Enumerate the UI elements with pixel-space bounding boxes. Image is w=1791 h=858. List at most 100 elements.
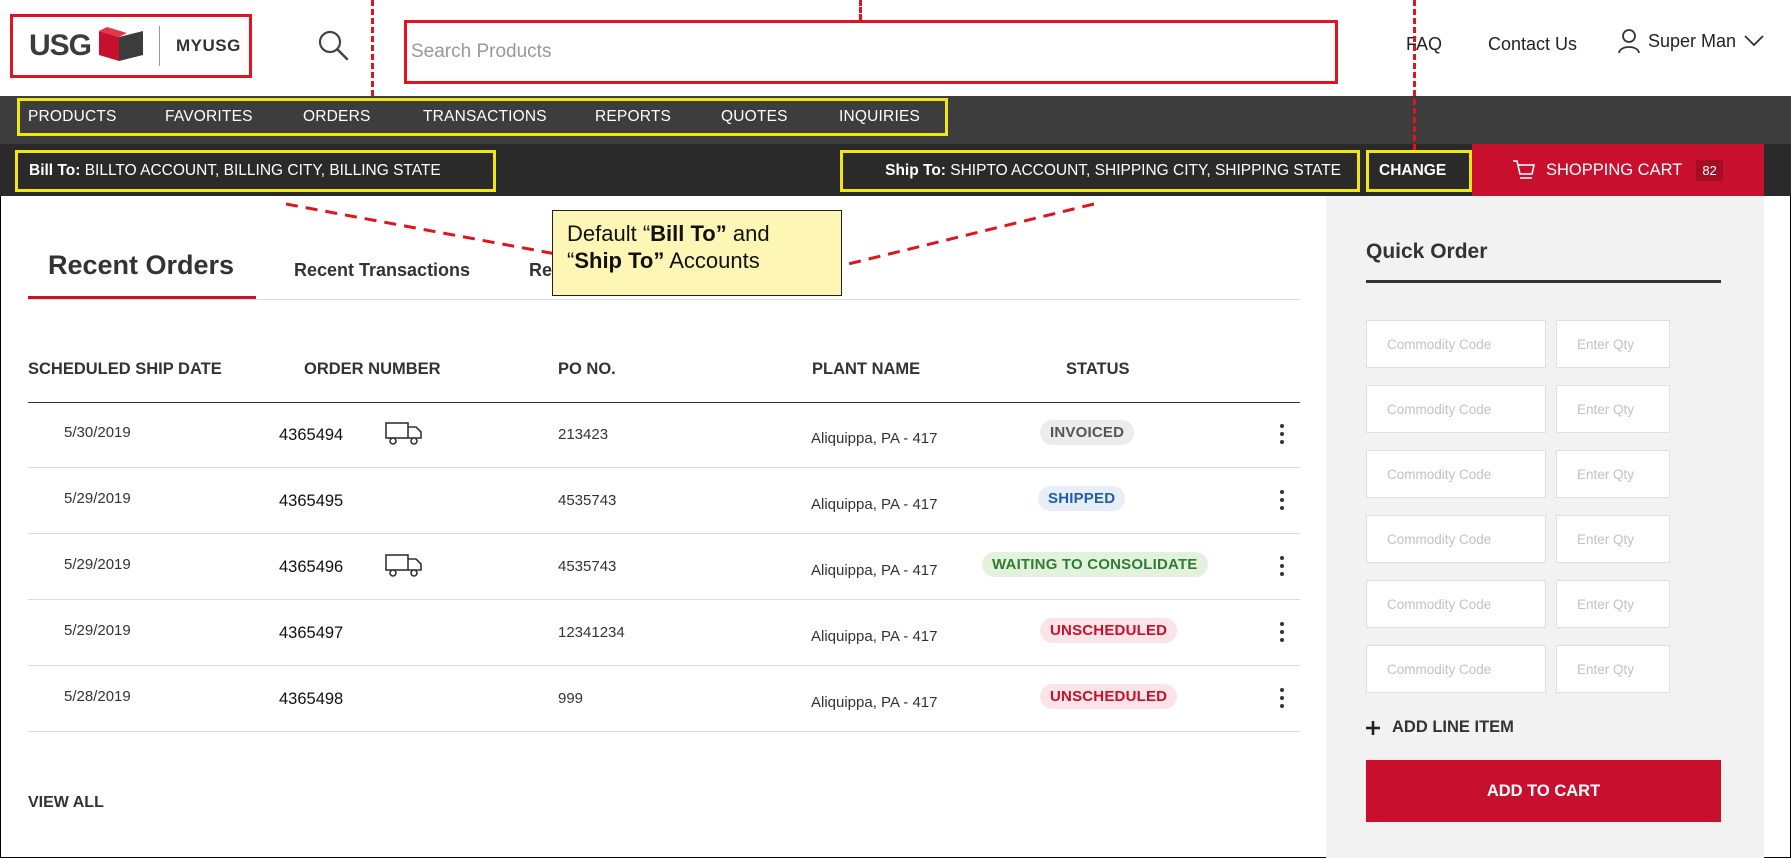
callout-bold: Bill To” [650, 221, 727, 246]
commodity-code-input[interactable] [1366, 385, 1546, 433]
plant-name-cell: Aliquippa, PA - 417 [811, 694, 938, 711]
annotation-callout: Default “Bill To” and “Ship To” Accounts [552, 210, 842, 296]
header-po-number: PO NO. [558, 360, 616, 378]
callout-text: Accounts [664, 247, 760, 273]
add-line-item-button[interactable]: ADD LINE ITEM [1366, 718, 1514, 737]
nav-inquiries[interactable]: INQUIRIES [839, 108, 920, 126]
status-badge: SHIPPED [1038, 486, 1126, 511]
cart-icon [1513, 160, 1535, 179]
callout-text: Default “ [567, 221, 651, 246]
cart-label: SHOPPING CART [1546, 160, 1683, 179]
shopping-cart-button[interactable]: SHOPPING CART 82 [1472, 144, 1764, 196]
cart-count-badge: 82 [1696, 159, 1723, 181]
po-number-cell: 999 [558, 690, 584, 707]
quantity-input[interactable] [1556, 515, 1670, 563]
order-number-cell: 4365495 [279, 492, 344, 510]
add-to-cart-button[interactable]: ADD TO CART [1366, 760, 1721, 822]
nav-transactions[interactable]: TRANSACTIONS [423, 108, 547, 126]
table-row[interactable]: 5/30/2019 4365494 213423 Aliquippa, PA - 41… [28, 402, 1300, 468]
annotation-connector [1413, 0, 1416, 150]
usg-logo-icon [99, 27, 144, 61]
search-icon[interactable] [316, 28, 350, 62]
commodity-code-input[interactable] [1366, 320, 1546, 368]
view-all-link[interactable]: VIEW ALL [28, 794, 104, 812]
header-order-number: ORDER NUMBER [304, 360, 441, 378]
plant-name-cell: Aliquippa, PA - 417 [811, 628, 938, 645]
table-row[interactable]: 5/29/2019 4365497 12341234 Aliquippa, PA - … [28, 600, 1300, 666]
ship-date-cell: 5/28/2019 [64, 688, 131, 705]
tab-recent-transactions[interactable]: Recent Transactions [294, 260, 470, 281]
quantity-input[interactable] [1556, 645, 1670, 693]
row-menu-icon[interactable] [1280, 556, 1286, 580]
plant-name-cell: Aliquippa, PA - 417 [811, 496, 938, 513]
nav-reports[interactable]: REPORTS [595, 108, 671, 126]
user-menu[interactable]: Super Man [1618, 28, 1764, 54]
quantity-input[interactable] [1556, 580, 1670, 628]
table-row[interactable]: 5/29/2019 4365495 4535743 Aliquippa, PA - 4… [28, 468, 1300, 534]
callout-bold: Ship To” [574, 247, 665, 273]
quantity-input[interactable] [1556, 450, 1670, 498]
contact-us-link[interactable]: Contact Us [1488, 34, 1577, 55]
ship-date-cell: 5/29/2019 [64, 556, 131, 573]
nav-favorites[interactable]: FAVORITES [165, 108, 253, 126]
chevron-down-icon [1744, 35, 1764, 47]
order-number-cell: 4365498 [279, 690, 344, 708]
plus-icon [1366, 720, 1380, 735]
user-name: Super Man [1648, 30, 1737, 51]
row-menu-icon[interactable] [1280, 424, 1286, 448]
bill-to-box: Bill To: BILLTO ACCOUNT, BILLING CITY, B… [15, 150, 496, 192]
status-badge: UNSCHEDULED [1040, 684, 1178, 709]
truck-icon [385, 420, 423, 451]
user-icon [1618, 29, 1640, 54]
tab-recent-orders[interactable]: Recent Orders [48, 250, 234, 281]
commodity-code-input[interactable] [1366, 450, 1546, 498]
quantity-input[interactable] [1556, 320, 1670, 368]
header-status: STATUS [1066, 360, 1130, 378]
nav-quotes[interactable]: QUOTES [721, 108, 788, 126]
ship-date-cell: 5/29/2019 [64, 622, 131, 639]
order-number-cell: 4365497 [279, 624, 344, 642]
commodity-code-input[interactable] [1366, 645, 1546, 693]
add-line-item-label: ADD LINE ITEM [1392, 718, 1514, 736]
top-header: USG MYUSG FAQ Contact Us Super Man [0, 0, 1791, 96]
usg-logo-text: USG [29, 29, 92, 62]
truck-icon [385, 552, 423, 583]
tab-third[interactable]: Re [529, 260, 552, 281]
commodity-code-input[interactable] [1366, 580, 1546, 628]
search-input[interactable] [407, 23, 1335, 81]
table-row[interactable]: 5/28/2019 4365498 999 Aliquippa, PA - 417 UN… [28, 666, 1300, 732]
logo-annotation-box[interactable]: USG MYUSG [10, 14, 252, 78]
plant-name-cell: Aliquippa, PA - 417 [811, 430, 938, 447]
header-ship-date: SCHEDULED SHIP DATE [28, 360, 222, 378]
ship-date-cell: 5/30/2019 [64, 424, 131, 441]
header-plant-name: PLANT NAME [812, 360, 921, 378]
annotation-connector [371, 0, 374, 96]
plant-name-cell: Aliquippa, PA - 417 [811, 562, 938, 579]
table-row[interactable]: 5/29/2019 4365496 4535743 Aliquippa, PA - 4… [28, 534, 1300, 600]
row-menu-icon[interactable] [1280, 688, 1286, 712]
order-number-cell: 4365496 [279, 558, 344, 576]
quantity-input[interactable] [1556, 385, 1670, 433]
commodity-code-input[interactable] [1366, 515, 1546, 563]
po-number-cell: 4535743 [558, 558, 617, 575]
nav-orders[interactable]: ORDERS [303, 108, 371, 126]
row-menu-icon[interactable] [1280, 622, 1286, 646]
order-number-cell: 4365494 [279, 426, 344, 444]
row-menu-icon[interactable] [1280, 490, 1286, 514]
myusg-label: MYUSG [176, 36, 241, 55]
search-annotation-box [404, 20, 1338, 84]
po-number-cell: 4535743 [558, 492, 617, 509]
active-tab-underline [28, 296, 256, 299]
faq-link[interactable]: FAQ [1406, 34, 1442, 55]
status-badge: UNSCHEDULED [1040, 618, 1178, 643]
status-badge: WAITING TO CONSOLIDATE [982, 552, 1208, 577]
status-badge: INVOICED [1040, 420, 1135, 445]
ship-to-box: Ship To: SHIPTO ACCOUNT, SHIPPING CITY, … [840, 150, 1360, 192]
po-number-cell: 213423 [558, 426, 609, 443]
ship-date-cell: 5/29/2019 [64, 490, 131, 507]
bill-to-value: BILLTO ACCOUNT, BILLING CITY, BILLING ST… [84, 162, 441, 179]
change-account-button[interactable]: CHANGE [1366, 150, 1472, 192]
nav-products[interactable]: PRODUCTS [28, 108, 117, 126]
quick-order-title: Quick Order [1366, 240, 1488, 263]
po-number-cell: 12341234 [558, 624, 625, 641]
